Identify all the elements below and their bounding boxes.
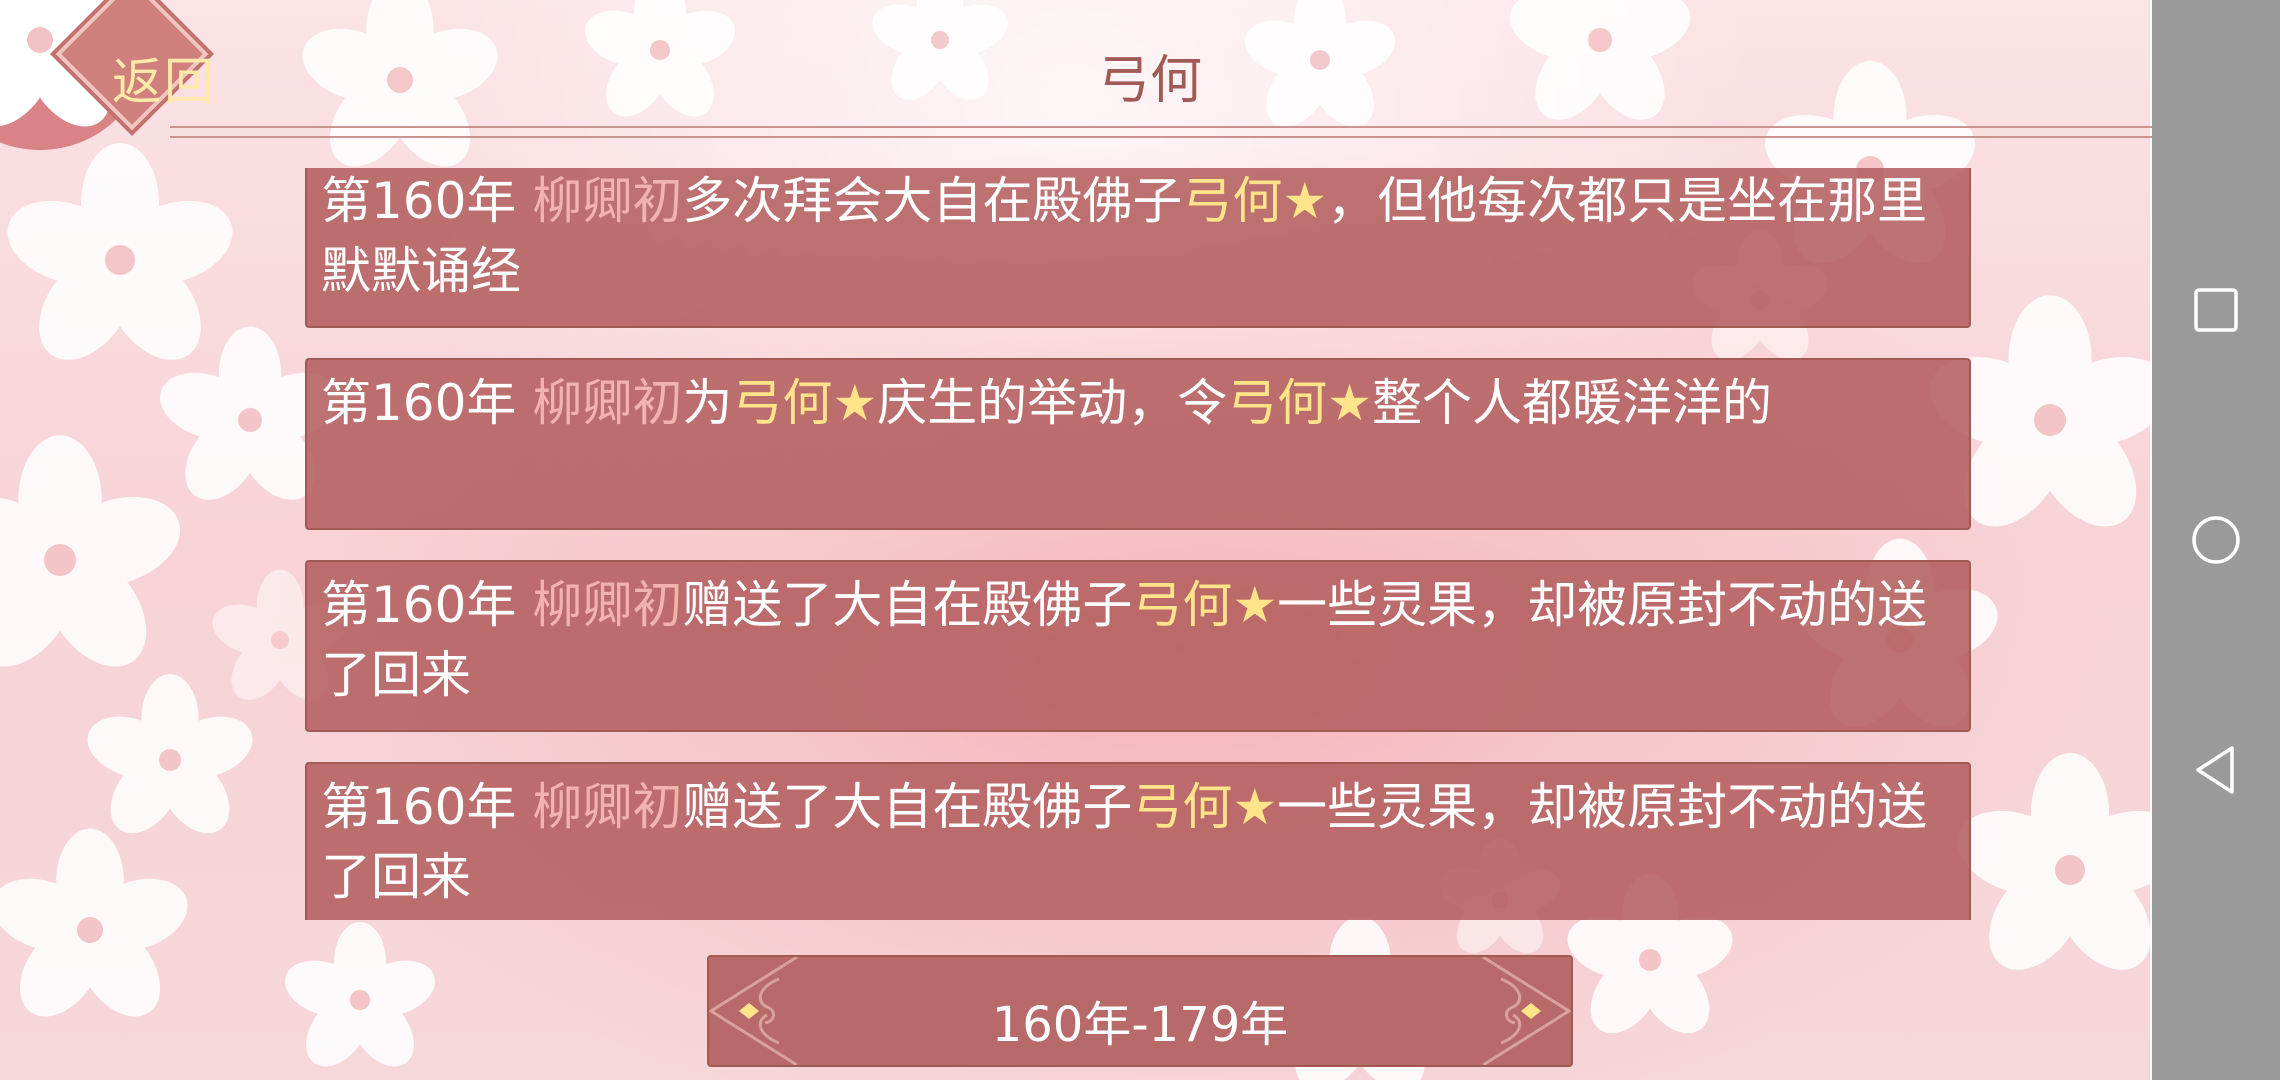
header-divider xyxy=(170,126,2160,138)
back-button-label[interactable]: 返回 xyxy=(78,52,250,112)
year-range-label: 160年-179年 xyxy=(991,997,1289,1053)
entry-name: 柳卿初 xyxy=(532,374,683,432)
back-icon[interactable] xyxy=(2188,742,2244,798)
list-item: 第160年 柳卿初为弓何★庆生的举动，令弓何★整个人都暖洋洋的 xyxy=(305,358,1971,530)
year-range-pager: 160年-179年 xyxy=(707,955,1573,1067)
ornate-right-arrow-icon[interactable] xyxy=(1481,957,1571,1065)
entry-text: 为 xyxy=(682,374,733,432)
list-item: 第160年 柳卿初赠送了大自在殿佛子弓何★一些灵果，却被原封不动的送了回来 xyxy=(305,560,1971,732)
entry-year: 第160年 xyxy=(321,576,533,634)
recent-apps-icon[interactable] xyxy=(2188,282,2244,338)
entry-buddha-name: 弓何★ xyxy=(1132,778,1278,836)
entry-year: 第160年 xyxy=(321,374,533,432)
entry-text: 赠送了大自在殿佛子 xyxy=(682,778,1133,836)
entry-name: 柳卿初 xyxy=(532,778,683,836)
entry-text: 多次拜会大自在殿佛子 xyxy=(682,172,1183,230)
entry-buddha-name: 弓何★ xyxy=(1132,576,1278,634)
entry-year: 第160年 xyxy=(321,778,533,836)
event-log-list[interactable]: 第160年 柳卿初多次拜会大自在殿佛子弓何★，但他每次都只是坐在那里默默诵经 第… xyxy=(305,168,1975,920)
list-item: 第160年 柳卿初赠送了大自在殿佛子弓何★一些灵果，却被原封不动的送了回来 xyxy=(305,762,1971,920)
entry-buddha-name: 弓何★ xyxy=(1227,374,1372,432)
entry-text: 整个人都暖洋洋的 xyxy=(1371,374,1772,432)
system-navigation-bar xyxy=(2152,0,2280,1080)
entry-name: 柳卿初 xyxy=(532,172,683,230)
list-item: 第160年 柳卿初多次拜会大自在殿佛子弓何★，但他每次都只是坐在那里默默诵经 xyxy=(305,168,1971,328)
entry-year: 第160年 xyxy=(321,172,533,230)
entry-text: 赠送了大自在殿佛子 xyxy=(682,576,1133,634)
entry-buddha-name: 弓何★ xyxy=(1182,172,1328,230)
page-title: 弓何 xyxy=(1097,51,1202,111)
entry-buddha-name: 弓何★ xyxy=(732,374,878,432)
entry-name: 柳卿初 xyxy=(532,576,683,634)
entry-text: 庆生的举动，令 xyxy=(877,374,1228,432)
home-icon[interactable] xyxy=(2188,512,2244,568)
